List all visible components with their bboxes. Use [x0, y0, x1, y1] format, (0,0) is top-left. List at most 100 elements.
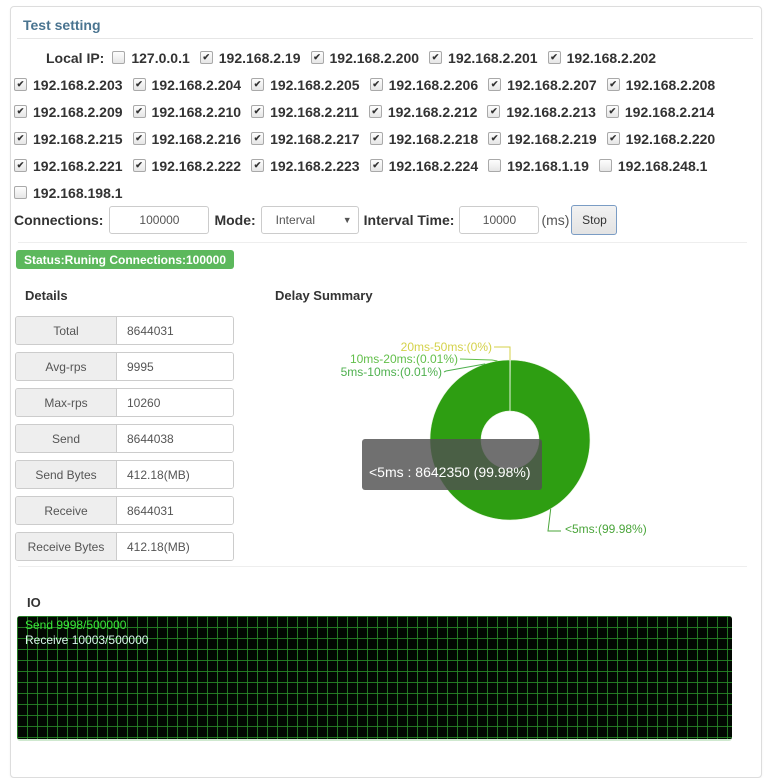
ip-address: 192.168.2.220 [626, 131, 716, 147]
checkbox-checked[interactable] [14, 132, 27, 145]
ip-option[interactable]: 192.168.2.204 [133, 77, 242, 93]
checkbox-checked[interactable] [200, 51, 213, 64]
checkbox-checked[interactable] [606, 105, 619, 118]
ip-option[interactable]: 192.168.2.211 [251, 104, 359, 120]
ip-row: 192.168.2.209 192.168.2.210 192.168.2.211 1… [14, 98, 734, 125]
ip-option[interactable]: 192.168.2.224 [370, 158, 479, 174]
dropdown-arrow-icon: ▼ [343, 215, 352, 225]
ip-option[interactable]: 192.168.2.221 [14, 158, 123, 174]
ip-address: 192.168.1.19 [507, 158, 589, 174]
ip-address: 192.168.2.219 [507, 131, 597, 147]
checkbox-checked[interactable] [429, 51, 442, 64]
ip-address: 192.168.2.214 [625, 104, 715, 120]
ip-option[interactable]: 192.168.2.219 [488, 131, 597, 147]
checkbox-checked[interactable] [14, 105, 27, 118]
detail-row: Receive Bytes412.18(MB) [15, 532, 234, 561]
io-graph: Send 9998/500000 Receive 10003/500000 [17, 616, 732, 741]
interval-time-label: Interval Time: [364, 212, 455, 228]
ip-option[interactable]: 192.168.2.19 [200, 50, 301, 66]
pie-label-line [494, 347, 510, 360]
ip-option[interactable]: 192.168.2.216 [133, 131, 242, 147]
ip-address: 192.168.2.213 [506, 104, 596, 120]
io-receive-text: Receive 10003/500000 [25, 633, 148, 647]
checkbox-checked[interactable] [14, 78, 27, 91]
checkbox-checked[interactable] [488, 78, 501, 91]
ip-option[interactable]: 192.168.2.209 [14, 104, 123, 120]
ip-option[interactable]: 192.168.2.200 [311, 50, 420, 66]
ip-option[interactable]: 192.168.2.202 [548, 50, 657, 66]
ip-option[interactable]: 192.168.2.208 [607, 77, 716, 93]
ip-option[interactable]: 192.168.2.212 [369, 104, 478, 120]
checkbox-unchecked[interactable] [14, 186, 27, 199]
ip-option[interactable]: 192.168.2.215 [14, 131, 123, 147]
ip-option[interactable]: 192.168.2.213 [487, 104, 596, 120]
controls-row: Connections: 100000 Mode: Interval ▼ Int… [14, 205, 617, 235]
connections-label: Connections: [14, 212, 103, 228]
pie-slice-label: 20ms-50ms:(0%) [401, 340, 492, 354]
ip-option[interactable]: 192.168.248.1 [599, 158, 708, 174]
ip-address: 192.168.2.202 [567, 50, 657, 66]
details-title: Details [25, 288, 68, 303]
detail-row: Receive8644031 [15, 496, 234, 525]
ip-address: 192.168.2.19 [219, 50, 301, 66]
pie-label-line [460, 359, 497, 361]
ip-option[interactable]: 192.168.2.206 [370, 77, 479, 93]
detail-value: 9995 [117, 353, 233, 380]
checkbox-unchecked[interactable] [488, 159, 501, 172]
ip-option[interactable]: 192.168.2.214 [606, 104, 715, 120]
checkbox-unchecked[interactable] [112, 51, 125, 64]
local-ip-label: Local IP: [46, 50, 104, 66]
ip-option[interactable]: 192.168.1.19 [488, 158, 589, 174]
ip-address: 192.168.2.209 [33, 104, 123, 120]
ip-option[interactable]: 192.168.2.218 [370, 131, 479, 147]
detail-value: 412.18(MB) [117, 461, 233, 488]
checkbox-checked[interactable] [133, 78, 146, 91]
checkbox-checked[interactable] [133, 159, 146, 172]
ip-row: 192.168.2.215 192.168.2.216 192.168.2.217 1… [14, 125, 734, 152]
ip-option[interactable]: 192.168.198.1 [14, 185, 123, 201]
detail-label: Max-rps [16, 389, 117, 416]
checkbox-checked[interactable] [369, 105, 382, 118]
interval-time-input[interactable]: 10000 [459, 206, 539, 234]
ip-address: 192.168.2.211 [270, 104, 359, 120]
ip-address: 192.168.2.200 [330, 50, 420, 66]
checkbox-checked[interactable] [251, 132, 264, 145]
checkbox-checked[interactable] [133, 105, 146, 118]
ip-option[interactable]: 192.168.2.217 [251, 131, 360, 147]
checkbox-checked[interactable] [311, 51, 324, 64]
stop-button[interactable]: Stop [571, 205, 617, 235]
pie-label-line [548, 509, 561, 531]
ip-option[interactable]: 192.168.2.210 [133, 104, 242, 120]
checkbox-checked[interactable] [14, 159, 27, 172]
ip-row: 192.168.198.1 [14, 179, 734, 206]
ip-option[interactable]: 192.168.2.222 [133, 158, 242, 174]
checkbox-checked[interactable] [251, 105, 264, 118]
checkbox-unchecked[interactable] [599, 159, 612, 172]
detail-value: 8644031 [117, 497, 233, 524]
ip-option[interactable]: 192.168.2.201 [429, 50, 538, 66]
mode-select[interactable]: Interval ▼ [261, 206, 359, 234]
ip-address: 192.168.2.201 [448, 50, 538, 66]
checkbox-checked[interactable] [487, 105, 500, 118]
ip-option[interactable]: 192.168.2.220 [607, 131, 716, 147]
checkbox-checked[interactable] [370, 159, 383, 172]
ip-option[interactable]: 192.168.2.207 [488, 77, 597, 93]
ip-option[interactable]: 127.0.0.1 [112, 50, 189, 66]
detail-value: 10260 [117, 389, 233, 416]
checkbox-checked[interactable] [607, 78, 620, 91]
checkbox-checked[interactable] [133, 132, 146, 145]
ip-option[interactable]: 192.168.2.223 [251, 158, 360, 174]
checkbox-checked[interactable] [370, 132, 383, 145]
ip-option[interactable]: 192.168.2.203 [14, 77, 123, 93]
ip-address: 192.168.2.215 [33, 131, 123, 147]
checkbox-checked[interactable] [370, 78, 383, 91]
checkbox-checked[interactable] [251, 159, 264, 172]
ip-option[interactable]: 192.168.2.205 [251, 77, 360, 93]
checkbox-checked[interactable] [251, 78, 264, 91]
detail-label: Receive [16, 497, 117, 524]
checkbox-checked[interactable] [548, 51, 561, 64]
connections-input[interactable]: 100000 [109, 206, 209, 234]
checkbox-checked[interactable] [488, 132, 501, 145]
detail-row: Send8644038 [15, 424, 234, 453]
checkbox-checked[interactable] [607, 132, 620, 145]
